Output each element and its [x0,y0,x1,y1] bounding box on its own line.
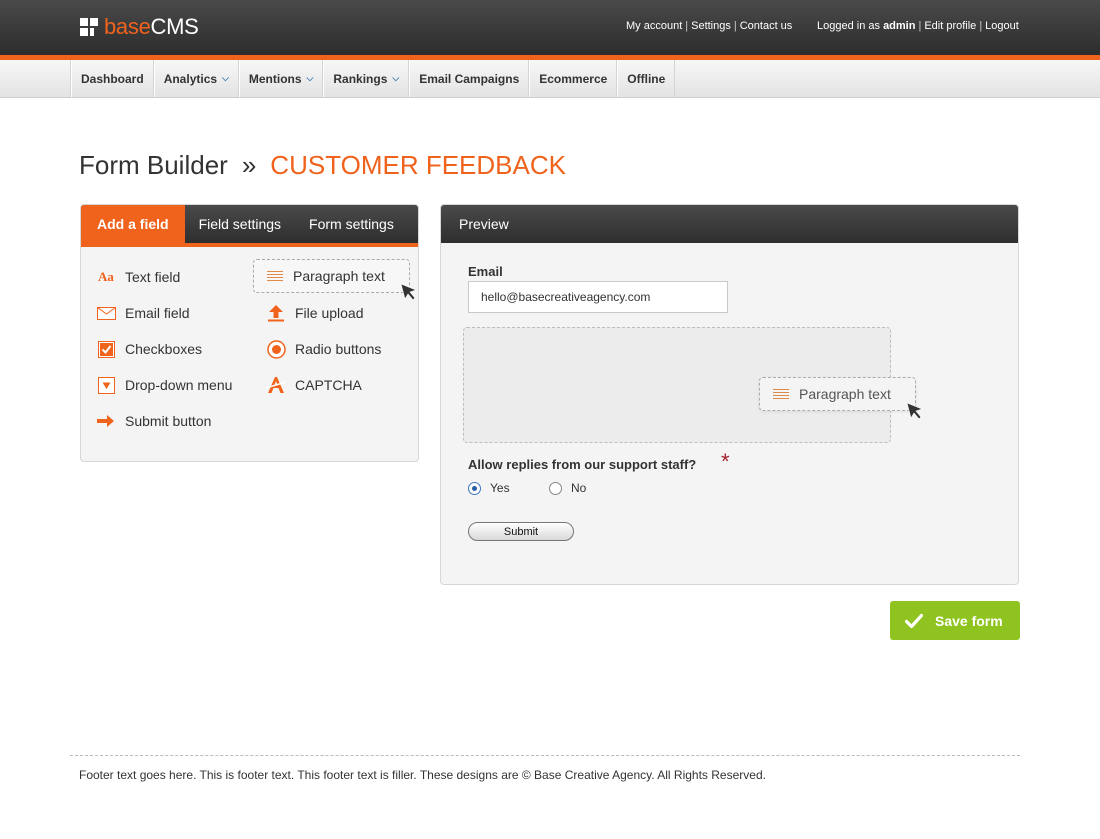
required-marker: * [721,449,730,474]
panel-tabs: Add a field Field settings Form settings [81,205,418,247]
radio-unselected-icon [549,481,562,495]
field-text[interactable]: Aa Text field [96,268,180,286]
add-field-panel: Add a field Field settings Form settings… [80,204,419,462]
radio-icon [266,339,286,359]
footer-text: Footer text goes here. This is footer te… [79,768,766,782]
breadcrumb-separator: » [241,150,257,180]
logout-link[interactable]: Logout [985,20,1019,32]
envelope-icon [96,304,116,322]
nav-rankings[interactable]: Rankings ⌵ [323,60,410,97]
dragging-paragraph-field[interactable]: Paragraph text [759,377,916,411]
nav-ecommerce[interactable]: Ecommerce [529,60,618,97]
nav-offline[interactable]: Offline [617,60,676,97]
field-email[interactable]: Email field [96,304,190,322]
email-field[interactable] [468,281,728,313]
text-field-icon: Aa [98,269,114,284]
page-title-text: Form Builder [79,150,228,180]
chevron-down-icon: ⌵ [392,73,400,83]
logo[interactable]: baseCMS [80,14,199,40]
nav-mentions[interactable]: Mentions ⌵ [238,60,324,97]
settings-link[interactable]: Settings [691,20,731,32]
page-title: Form Builder » CUSTOMER FEEDBACK [79,150,566,181]
footer-divider [70,755,1020,756]
save-form-button[interactable]: Save form [890,601,1020,640]
field-dropdown[interactable]: Drop-down menu [96,376,232,394]
field-paragraph[interactable]: Paragraph text [253,259,410,293]
radio-yes[interactable]: Yes [468,481,510,495]
chevron-down-icon: ⌵ [306,73,314,83]
field-radio[interactable]: Radio buttons [266,339,381,359]
email-label: Email [468,264,503,279]
preview-submit-button[interactable]: Submit [468,522,574,541]
upload-icon [266,304,286,322]
logo-text: baseCMS [104,14,199,39]
contact-us-link[interactable]: Contact us [740,20,793,32]
nav-email-campaigns[interactable]: Email Campaigns [409,60,530,97]
arrow-right-icon [96,412,116,430]
radio-selected-icon [468,481,481,495]
top-bar: baseCMS My account | Settings | Contact us L… [0,0,1100,55]
account-links: My account | Settings | Contact us [626,20,793,32]
cursor-icon [400,283,417,301]
field-submit[interactable]: Submit button [96,412,211,430]
my-account-link[interactable]: My account [626,20,682,32]
form-name: CUSTOMER FEEDBACK [270,150,566,180]
field-file-upload[interactable]: File upload [266,304,364,322]
question-label: Allow replies from our support staff? [468,457,697,472]
field-captcha[interactable]: CAPTCHA [266,376,362,394]
captcha-icon [266,376,286,394]
field-checkboxes[interactable]: Checkboxes [96,340,202,358]
radio-no[interactable]: No [549,481,586,495]
logged-in-text: Logged in as [817,20,880,32]
nav-analytics[interactable]: Analytics ⌵ [153,60,239,97]
tab-form-settings[interactable]: Form settings [295,205,408,243]
main-nav: Dashboard Analytics ⌵ Mentions ⌵ Rankings ⌵… [0,60,1100,98]
chevron-down-icon: ⌵ [222,73,229,83]
checkmark-icon [905,613,923,628]
nav-dashboard[interactable]: Dashboard [71,60,154,97]
edit-profile-link[interactable]: Edit profile [924,20,976,32]
tab-add-field[interactable]: Add a field [81,205,185,243]
preview-heading: Preview [441,205,1018,243]
dropdown-icon [96,376,116,394]
username: admin [883,20,916,32]
preview-panel: Preview Email Paragraph text Allow repli… [440,204,1019,585]
checkbox-icon [96,340,116,358]
logo-mark-icon [80,18,98,36]
user-links: Logged in as admin | Edit profile | Logout [817,20,1019,32]
paragraph-icon [773,388,789,400]
cursor-icon [906,402,923,420]
tab-field-settings[interactable]: Field settings [185,205,295,243]
paragraph-icon [267,270,283,282]
